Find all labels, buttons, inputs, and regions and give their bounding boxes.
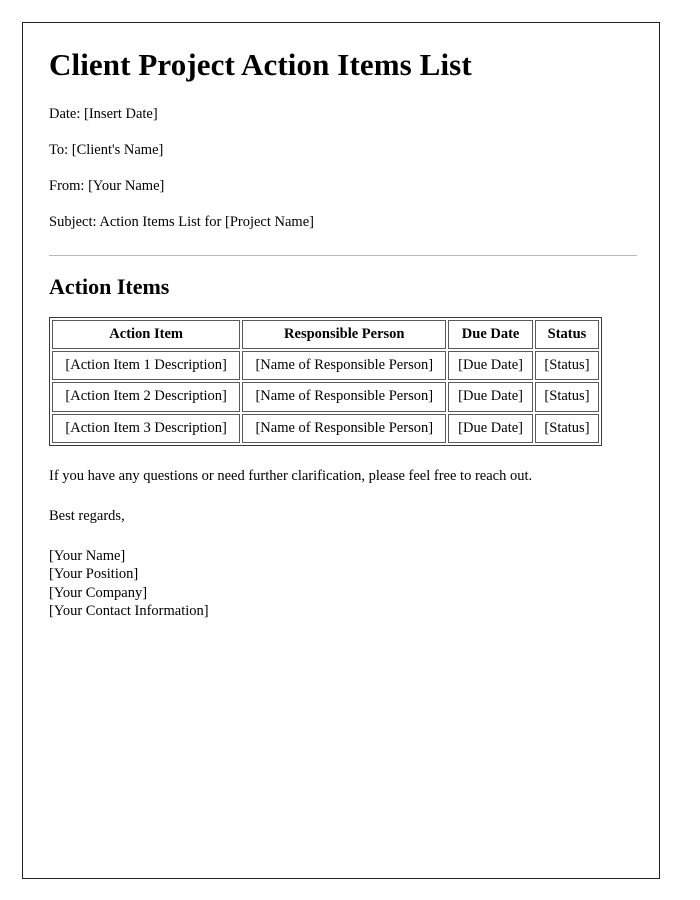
table-header-row: Action Item Responsible Person Due Date … [52, 319, 599, 349]
cell-responsible-person: [Name of Responsible Person] [242, 350, 447, 381]
column-header-responsible-person: Responsible Person [242, 319, 447, 349]
meta-line-date: Date: [Insert Date] [49, 105, 158, 122]
signature-contact: [Your Contact Information] [49, 602, 209, 619]
closing-paragraph: If you have any questions or need furthe… [49, 468, 533, 485]
column-header-due-date: Due Date [448, 319, 533, 349]
meta-line-from: From: [Your Name] [49, 177, 165, 194]
section-divider [49, 255, 637, 257]
document-page: Client Project Action Items List Date: [… [22, 22, 660, 879]
page-title: Client Project Action Items List [49, 47, 472, 82]
column-header-status: Status [534, 319, 599, 349]
action-items-table: Action Item Responsible Person Due Date … [49, 316, 602, 447]
table-row: [Action Item 2 Description] [Name of Res… [52, 382, 599, 412]
table-row: [Action Item 1 Description] [Name of Res… [52, 350, 599, 381]
signature-block: [Your Name] [Your Position] [Your Compan… [49, 547, 633, 620]
regards-line: Best regards, [49, 508, 125, 525]
cell-action-item: [Action Item 1 Description] [52, 350, 241, 381]
meta-line-subject: Subject: Action Items List for [Project … [49, 214, 314, 231]
cell-action-item: [Action Item 3 Description] [52, 413, 241, 444]
document-body: Client Project Action Items List Date: [… [23, 23, 659, 620]
cell-status: [Status] [534, 382, 599, 412]
cell-due-date: [Due Date] [448, 413, 533, 444]
cell-status: [Status] [534, 350, 599, 381]
table-row: [Action Item 3 Description] [Name of Res… [52, 413, 599, 444]
cell-responsible-person: [Name of Responsible Person] [242, 413, 447, 444]
table-header: Action Item Responsible Person Due Date … [52, 319, 599, 349]
column-header-action-item: Action Item [52, 319, 241, 349]
signature-position: [Your Position] [49, 566, 139, 583]
cell-responsible-person: [Name of Responsible Person] [242, 382, 447, 412]
signature-name: [Your Name] [49, 548, 126, 565]
document-meta-block: Date: [Insert Date] To: [Client's Name] … [49, 105, 633, 232]
meta-line-to: To: [Client's Name] [49, 141, 164, 158]
cell-status: [Status] [534, 413, 599, 444]
table-body: [Action Item 1 Description] [Name of Res… [52, 350, 599, 444]
cell-action-item: [Action Item 2 Description] [52, 382, 241, 412]
signature-company: [Your Company] [49, 584, 148, 601]
cell-due-date: [Due Date] [448, 382, 533, 412]
cell-due-date: [Due Date] [448, 350, 533, 381]
section-heading-action-items: Action Items [49, 274, 170, 300]
